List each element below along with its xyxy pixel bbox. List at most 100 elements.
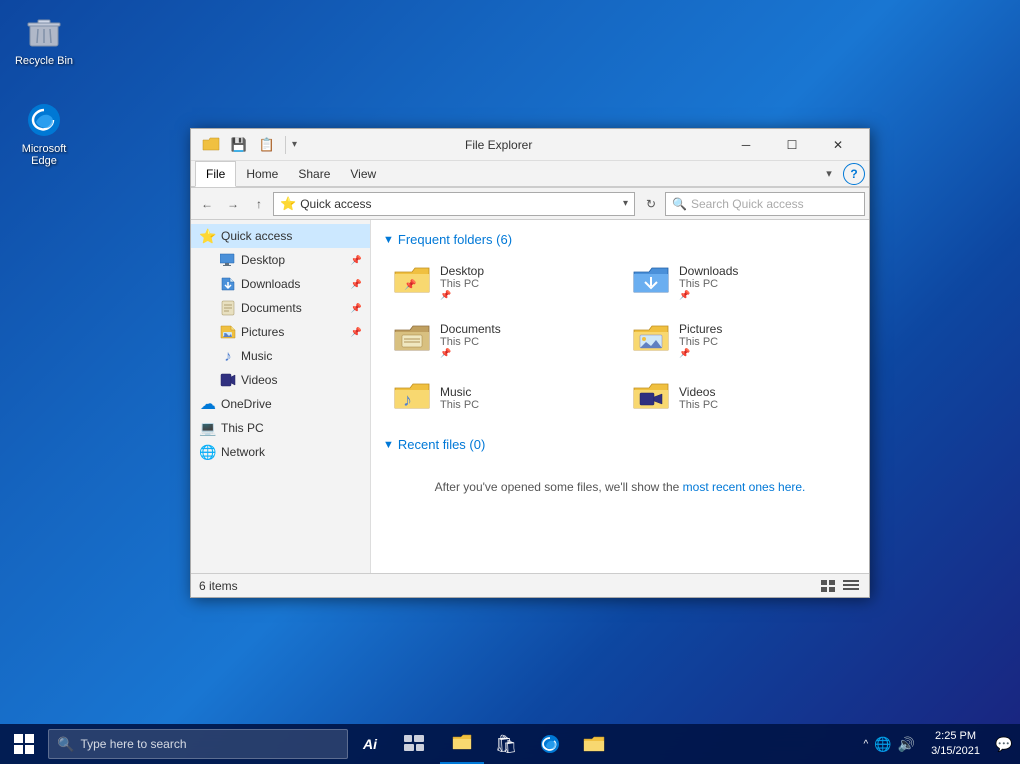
folder-icon[interactable] <box>199 133 223 157</box>
task-view-button[interactable] <box>392 724 436 764</box>
address-path[interactable]: ⭐ Quick access ▾ <box>273 192 635 216</box>
content-panel: ▼ Frequent folders (6) 📌 <box>371 220 869 573</box>
taskbar: 🔍 Type here to search Ai 🛍 <box>0 724 1020 764</box>
music-folder-sub: This PC <box>440 399 479 411</box>
tab-file[interactable]: File <box>195 161 236 187</box>
sidebar-label-desktop: Desktop <box>241 253 285 267</box>
notification-button[interactable]: 💬 <box>988 724 1020 764</box>
sidebar-item-downloads[interactable]: Downloads 📌 <box>191 272 370 296</box>
path-text: Quick access <box>300 197 623 211</box>
documents-sidebar-icon <box>219 299 237 317</box>
up-button[interactable]: ↑ <box>247 192 271 216</box>
tb-dropdown[interactable]: ▾ <box>292 139 297 150</box>
ribbon-collapse-button[interactable]: ▾ <box>819 164 839 184</box>
sidebar-item-music[interactable]: ♪ Music <box>191 344 370 368</box>
taskbar-app-edge[interactable] <box>528 724 572 764</box>
forward-button[interactable]: → <box>221 192 245 216</box>
frequent-folders-collapse[interactable]: ▼ <box>383 234 394 246</box>
path-dropdown-icon[interactable]: ▾ <box>623 198 628 209</box>
videos-folder-info: Videos This PC <box>679 385 718 411</box>
ribbon-help-button[interactable]: ? <box>843 163 865 185</box>
sidebar-label-documents: Documents <box>241 301 302 315</box>
sidebar-item-documents[interactable]: Documents 📌 <box>191 296 370 320</box>
desktop-folder-sub: This PC <box>440 278 484 290</box>
minimize-button[interactable]: ─ <box>723 129 769 161</box>
network-tray-icon[interactable]: 🌐 <box>874 736 891 753</box>
taskbar-app-explorer[interactable] <box>440 724 484 764</box>
desktop-folder-info: Desktop This PC 📌 <box>440 264 484 301</box>
sidebar-item-videos[interactable]: Videos <box>191 368 370 392</box>
tray-expand-icon[interactable]: ^ <box>863 739 868 750</box>
sidebar-label-music: Music <box>241 349 272 363</box>
volume-tray-icon[interactable]: 🔊 <box>898 736 915 753</box>
folder-item-desktop[interactable]: 📌 Desktop This PC 📌 <box>383 255 618 309</box>
videos-folder-sub: This PC <box>679 399 718 411</box>
folder-item-music[interactable]: ♪ Music This PC <box>383 371 618 425</box>
recent-empty-text-before: After you've opened some files, we'll sh… <box>435 480 683 494</box>
recent-files-collapse[interactable]: ▼ <box>383 439 394 451</box>
search-box[interactable]: 🔍 Search Quick access <box>665 192 865 216</box>
taskbar-app-fileexplorer[interactable] <box>572 724 616 764</box>
folder-item-downloads[interactable]: Downloads This PC 📌 <box>622 255 857 309</box>
window-title: File Explorer <box>457 138 723 152</box>
cortana-button[interactable]: Ai <box>348 724 392 764</box>
desktop-folder-name: Desktop <box>440 264 484 278</box>
sidebar-item-onedrive[interactable]: ☁ OneDrive <box>191 392 370 416</box>
folder-grid: 📌 Desktop This PC 📌 <box>383 255 857 425</box>
desktop-icon-recycle-bin[interactable]: Recycle Bin <box>8 8 80 71</box>
folder-item-pictures[interactable]: Pictures This PC 📌 <box>622 313 857 367</box>
sidebar-label-this-pc: This PC <box>221 421 264 435</box>
tab-home[interactable]: Home <box>236 161 288 187</box>
large-icons-view-button[interactable] <box>819 576 839 596</box>
tb-separator <box>285 136 286 154</box>
maximize-button[interactable]: ☐ <box>769 129 815 161</box>
address-bar: ← → ↑ ⭐ Quick access ▾ ↻ 🔍 Search Quick … <box>191 188 869 220</box>
sidebar-item-quick-access[interactable]: ⭐ Quick access <box>191 224 370 248</box>
svg-text:📌: 📌 <box>404 278 417 291</box>
main-content: ⭐ Quick access Desktop 📌 <box>191 220 869 573</box>
recent-files-title: Recent files (0) <box>398 437 485 452</box>
clock-display[interactable]: 2:25 PM 3/15/2021 <box>923 724 988 764</box>
search-placeholder: Search Quick access <box>691 197 804 211</box>
documents-folder-info: Documents This PC 📌 <box>440 322 501 359</box>
details-view-button[interactable] <box>841 576 861 596</box>
folder-item-documents[interactable]: Documents This PC 📌 <box>383 313 618 367</box>
tab-view[interactable]: View <box>340 161 386 187</box>
pictures-folder-name: Pictures <box>679 322 722 336</box>
taskbar-search[interactable]: 🔍 Type here to search <box>48 729 348 759</box>
sidebar-label-onedrive: OneDrive <box>221 397 272 411</box>
downloads-folder-info: Downloads This PC 📌 <box>679 264 738 301</box>
sidebar-item-pictures[interactable]: Pictures 📌 <box>191 320 370 344</box>
path-star-icon: ⭐ <box>280 196 296 212</box>
music-folder-info: Music This PC <box>440 385 479 411</box>
taskbar-app-store[interactable]: 🛍 <box>484 724 528 764</box>
sidebar-item-this-pc[interactable]: 💻 This PC <box>191 416 370 440</box>
folder-item-videos[interactable]: Videos This PC <box>622 371 857 425</box>
music-folder-icon: ♪ <box>392 378 432 418</box>
desktop-icon-ms-edge[interactable]: Microsoft Edge <box>8 96 80 171</box>
sidebar-item-network[interactable]: 🌐 Network <box>191 440 370 464</box>
sidebar-item-desktop[interactable]: Desktop 📌 <box>191 248 370 272</box>
desktop-sidebar-icon <box>219 251 237 269</box>
desktop-folder-icon: 📌 <box>392 262 432 302</box>
ribbon-right: ▾ ? <box>819 163 865 185</box>
documents-folder-sub: This PC <box>440 336 501 348</box>
sidebar-label-pictures: Pictures <box>241 325 284 339</box>
clipboard-icon[interactable]: 📋 <box>255 133 279 157</box>
recent-empty-highlight: most recent ones here. <box>683 480 806 494</box>
close-button[interactable]: ✕ <box>815 129 861 161</box>
tab-share[interactable]: Share <box>288 161 340 187</box>
pictures-folder-icon <box>631 320 671 360</box>
taskbar-pinned-apps: 🛍 <box>440 724 528 764</box>
start-button[interactable] <box>0 724 48 764</box>
refresh-button[interactable]: ↻ <box>639 192 663 216</box>
taskbar-search-icon: 🔍 <box>57 736 74 753</box>
videos-folder-icon <box>631 378 671 418</box>
clock-date: 3/15/2021 <box>931 744 980 759</box>
pin-icon-desktop: 📌 <box>351 255 362 266</box>
status-bar: 6 items <box>191 573 869 597</box>
title-bar: 💾 📋 ▾ File Explorer ─ ☐ ✕ <box>191 129 869 161</box>
pin-icon-documents: 📌 <box>351 303 362 314</box>
save-icon[interactable]: 💾 <box>227 133 251 157</box>
back-button[interactable]: ← <box>195 192 219 216</box>
